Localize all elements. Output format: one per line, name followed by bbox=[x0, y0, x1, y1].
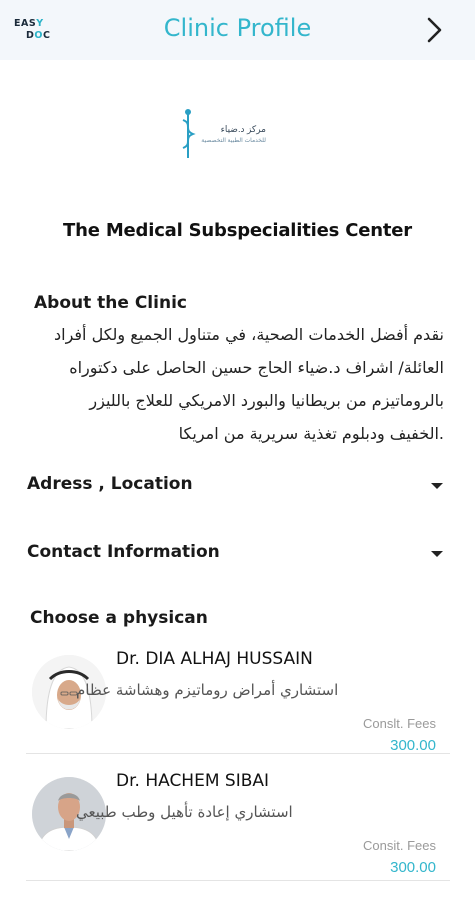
divider bbox=[26, 880, 450, 881]
about-heading: About the Clinic bbox=[34, 293, 187, 313]
consult-fees-value: 300.00 bbox=[390, 737, 436, 754]
address-location-dropdown[interactable]: Adress , Location bbox=[27, 471, 447, 501]
top-bar: EASY DOC Clinic Profile bbox=[0, 0, 475, 60]
about-line: العائلة/ اشراف د.ضياء الحاج حسين الحاصل … bbox=[69, 358, 444, 377]
about-line: نقدم أفضل الخدمات الصحية، في متناول الجم… bbox=[54, 325, 444, 344]
clinic-logo: مركز د.ضياء للخدمات الطبية التخصصية bbox=[150, 78, 326, 184]
choose-physician-heading: Choose a physican bbox=[30, 608, 208, 628]
clinic-logo-text: مركز د.ضياء للخدمات الطبية التخصصية bbox=[201, 124, 266, 144]
physician-specialty: استشاري أمراض روماتيزم وهشاشة عظام bbox=[76, 681, 339, 699]
physician-card[interactable]: Dr. HACHEM SIBAI استشاري إعادة تأهيل وطب… bbox=[26, 765, 450, 883]
physician-name: Dr. HACHEM SIBAI bbox=[116, 771, 270, 791]
consult-fees-label: Consit. Fees bbox=[363, 838, 436, 853]
page-title: Clinic Profile bbox=[163, 14, 312, 42]
about-line: بالروماتيزم من بريطانيا والبورد الامريكي… bbox=[89, 391, 444, 410]
consult-fees-label: Conslt. Fees bbox=[363, 716, 436, 731]
contact-information-dropdown[interactable]: Contact Information bbox=[27, 539, 447, 569]
address-location-label: Adress , Location bbox=[27, 474, 193, 494]
physician-specialty: استشاري إعادة تأهيل وطب طبيعي bbox=[76, 803, 293, 821]
consult-fees-value: 300.00 bbox=[390, 859, 436, 876]
divider bbox=[26, 753, 450, 754]
physician-card[interactable]: Dr. DIA ALHAJ HUSSAIN استشاري أمراض روما… bbox=[26, 643, 450, 761]
about-text: نقدم أفضل الخدمات الصحية، في متناول الجم… bbox=[22, 318, 444, 450]
about-line: .الخفيف ودبلوم تغذية سريرية من امريكا bbox=[178, 424, 444, 443]
caret-down-icon bbox=[431, 483, 443, 489]
clinic-name: The Medical Subspecialities Center bbox=[63, 220, 412, 241]
caret-down-icon bbox=[431, 551, 443, 557]
physician-name: Dr. DIA ALHAJ HUSSAIN bbox=[116, 649, 313, 669]
chevron-right-icon[interactable] bbox=[423, 16, 447, 44]
contact-information-label: Contact Information bbox=[27, 542, 220, 562]
